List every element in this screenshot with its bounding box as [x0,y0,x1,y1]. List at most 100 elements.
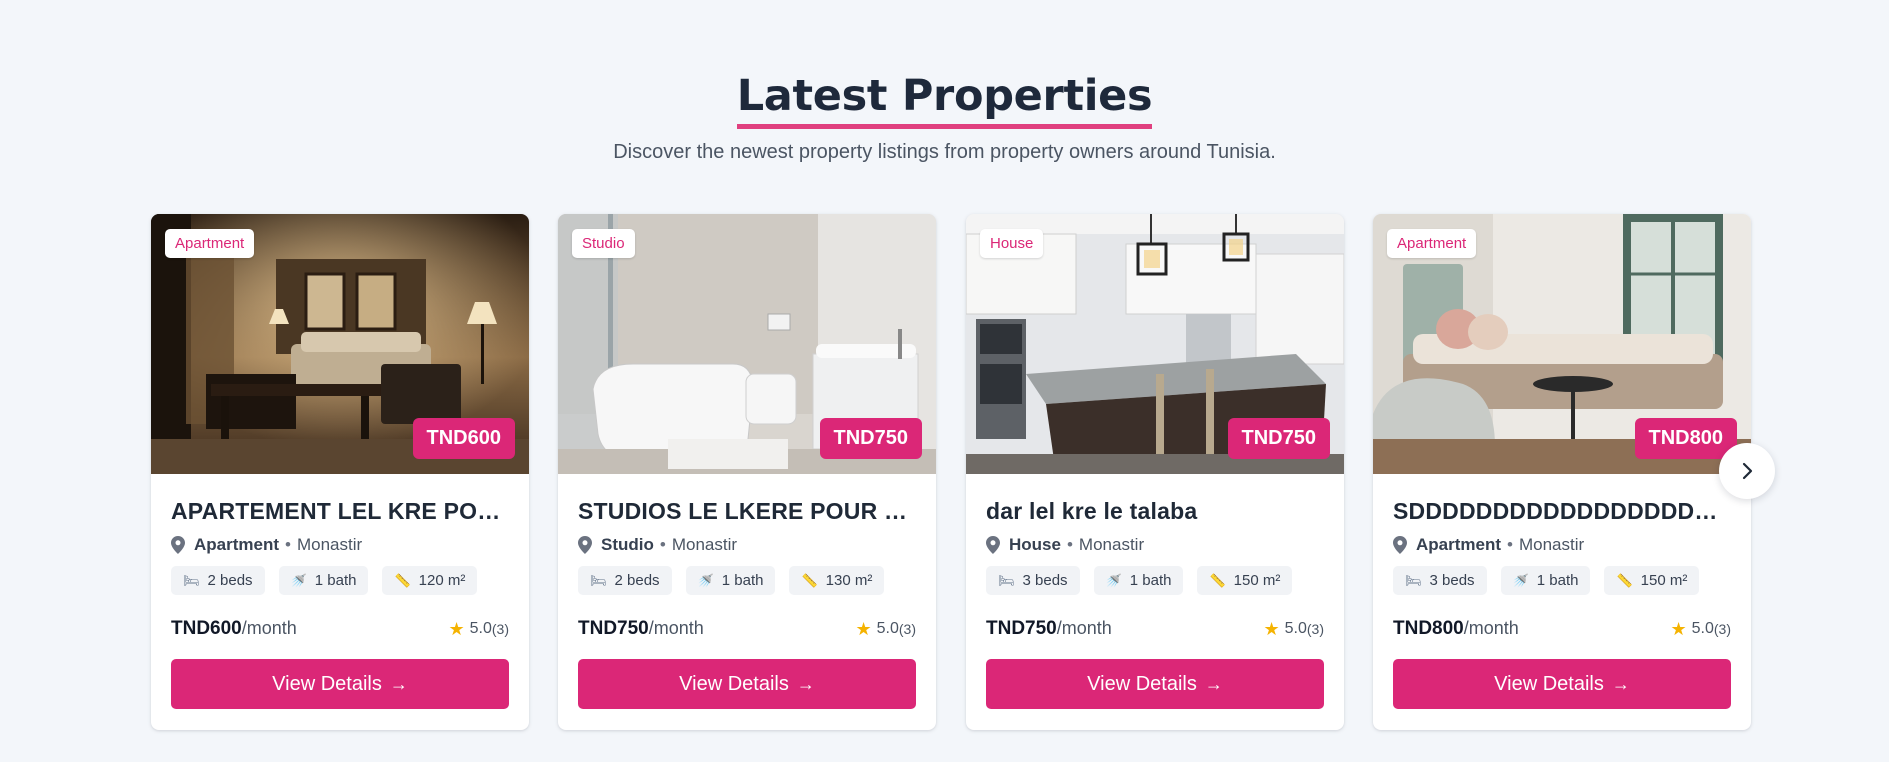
carousel-next-button[interactable] [1719,443,1775,499]
property-title[interactable]: SDDDDDDDDDDDDDDDDDDDDDDDD [1393,497,1731,525]
property-carousel: Apartment TND600 APARTEMENT LEL KRE POUR… [151,214,1751,730]
property-type: Studio [601,535,654,554]
view-details-button[interactable]: View Details → [171,659,509,709]
property-card[interactable]: Apartment TND600 APARTEMENT LEL KRE POUR… [151,214,529,730]
beds-value: 3 beds [1429,572,1475,589]
property-location: Apartment • Monastir [1393,534,1731,556]
baths-chip: 🚿 1 bath [685,566,776,595]
section-subtitle: Discover the newest property listings fr… [613,141,1276,163]
beds-value: 2 beds [614,572,660,589]
beds-value: 2 beds [207,572,253,589]
area-chip: 📏 120 m² [382,566,478,595]
property-photo-bathroom[interactable]: Studio TND750 [558,214,936,474]
property-type: House [1009,535,1061,554]
star-icon: ★ [855,618,872,639]
beds-chip: 🛏 2 beds [578,566,672,595]
view-details-button[interactable]: View Details → [1393,659,1731,709]
baths-chip: 🚿 1 bath [1500,566,1591,595]
area-value: 150 m² [1640,572,1688,589]
property-city: Monastir [1078,535,1145,554]
map-pin-icon [1393,536,1407,554]
beds-value: 3 beds [1022,572,1068,589]
ruler-icon: 📏 [1616,572,1633,588]
separator-dot: • [1066,535,1073,554]
property-card[interactable]: House TND750 dar lel kre le talaba House… [966,214,1344,730]
ruler-icon: 📏 [394,572,411,588]
star-icon: ★ [1670,618,1687,639]
shower-icon: 🚿 [290,572,307,588]
beds-chip: 🛏 3 beds [1393,566,1487,595]
area-chip: 📏 150 m² [1197,566,1293,595]
baths-chip: 🚿 1 bath [1093,566,1184,595]
property-city: Monastir [671,535,738,554]
view-details-button[interactable]: View Details → [986,659,1324,709]
shower-icon: 🚿 [1105,572,1122,588]
area-value: 130 m² [825,572,873,589]
rating-value: 5.0 [1284,620,1307,637]
review-count: (3) [898,621,916,637]
property-type: Apartment [1416,535,1502,554]
property-card[interactable]: Studio TND750 STUDIOS LE LKERE POUR ETUD… [558,214,936,730]
property-features: 🛏 3 beds 🚿 1 bath 📏 150 m² [986,566,1324,595]
property-title[interactable]: dar lel kre le talaba [986,497,1324,525]
section-title: Latest Properties [736,70,1153,129]
property-location: Studio • Monastir [578,534,916,556]
star-icon: ★ [1263,618,1280,639]
rating-value: 5.0 [1691,620,1714,637]
property-type-badge: Apartment [1387,229,1477,258]
view-details-button[interactable]: View Details → [578,659,916,709]
rating: ★ 5.0 (3) [1670,619,1731,640]
button-label: View Details [1494,672,1604,695]
map-pin-icon [171,536,185,554]
card-body: STUDIOS LE LKERE POUR ETUDIANTS Studio •… [558,497,936,709]
bed-icon: 🛏 [1405,572,1422,588]
separator-dot: • [285,535,291,554]
area-value: 120 m² [418,572,466,589]
property-photo-living-room[interactable]: Apartment TND600 [151,214,529,474]
baths-value: 1 bath [721,572,764,589]
property-title[interactable]: STUDIOS LE LKERE POUR ETUDIANTS [578,497,916,525]
star-icon: ★ [448,618,465,639]
latest-properties-section: Latest Properties Discover the newest pr… [0,0,1889,762]
price-amount: TND750 [578,618,649,639]
price-badge: TND750 [819,418,922,459]
review-count: (3) [1306,621,1324,637]
ruler-icon: 📏 [1209,572,1226,588]
monthly-price: TND750/month [986,618,1112,640]
arrow-right-icon: → [796,673,815,694]
property-features: 🛏 3 beds 🚿 1 bath 📏 150 m² [1393,566,1731,595]
monthly-price: TND750/month [578,618,704,640]
price-badge: TND800 [1634,418,1737,459]
section-header: Latest Properties Discover the newest pr… [0,70,1889,164]
price-row: TND600/month ★ 5.0 (3) [171,617,509,641]
property-city: Monastir [1518,535,1585,554]
property-location: Apartment • Monastir [171,534,509,556]
review-count: (3) [1713,621,1731,637]
price-amount: TND750 [986,618,1057,639]
property-features: 🛏 2 beds 🚿 1 bath 📏 120 m² [171,566,509,595]
property-photo-kitchen[interactable]: House TND750 [966,214,1344,474]
property-type: Apartment [194,535,280,554]
monthly-price: TND800/month [1393,618,1519,640]
price-row: TND750/month ★ 5.0 (3) [578,617,916,641]
shower-icon: 🚿 [1512,572,1529,588]
property-title[interactable]: APARTEMENT LEL KRE POUR ETUDIANTS [171,497,509,525]
price-badge: TND750 [1227,418,1330,459]
bed-icon: 🛏 [590,572,607,588]
rating: ★ 5.0 (3) [1263,619,1324,640]
button-label: View Details [679,672,789,695]
property-card[interactable]: Apartment TND800 SDDDDDDDDDDDDDDDDDDDDDD… [1373,214,1751,730]
separator-dot: • [1507,535,1513,554]
shower-icon: 🚿 [697,572,714,588]
price-period: /month [1056,618,1112,638]
rating: ★ 5.0 (3) [855,619,916,640]
bed-icon: 🛏 [183,572,200,588]
baths-value: 1 bath [1129,572,1172,589]
arrow-right-icon: → [1204,673,1223,694]
rating-value: 5.0 [876,620,899,637]
property-type-badge: Studio [572,229,635,258]
property-photo-bedroom[interactable]: Apartment TND800 [1373,214,1751,474]
ruler-icon: 📏 [801,572,818,588]
map-pin-icon [578,536,592,554]
price-badge: TND600 [412,418,515,459]
